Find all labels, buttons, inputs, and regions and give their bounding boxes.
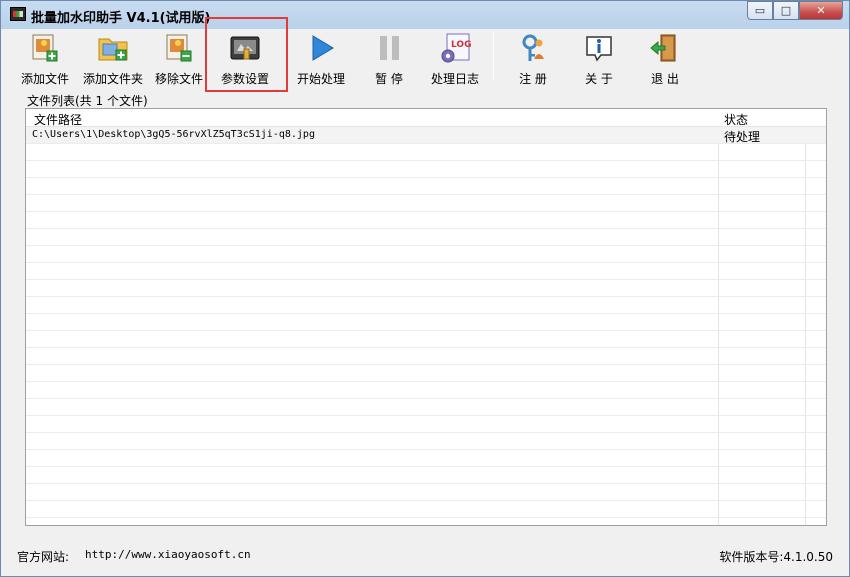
play-icon — [303, 31, 339, 65]
empty-row — [26, 195, 826, 212]
status-bar: 官方网站: http://www.xiaoyaosoft.cn 软件版本号:4.… — [1, 541, 849, 571]
empty-row — [26, 382, 826, 399]
window-title: 批量加水印助手 V4.1(试用版) — [31, 11, 211, 26]
empty-row — [26, 467, 826, 484]
column-header-status[interactable]: 状态 — [724, 111, 748, 128]
key-icon — [515, 31, 551, 65]
empty-row — [26, 433, 826, 450]
pause-label: 暂 停 — [375, 72, 403, 86]
log-label: 处理日志 — [431, 72, 480, 86]
empty-row — [26, 484, 826, 501]
window-controls: ▭ □ ✕ — [747, 1, 843, 20]
toolbar-separator — [493, 31, 494, 81]
svg-text:LOG: LOG — [451, 40, 471, 50]
file-status-cell: 待处理 — [724, 130, 761, 144]
register-button[interactable]: 注 册 — [515, 29, 551, 87]
empty-row — [26, 263, 826, 280]
empty-row — [26, 297, 826, 314]
about-button[interactable]: 关 于 — [581, 29, 617, 87]
pause-icon — [371, 31, 407, 65]
pause-button[interactable]: 暂 停 — [371, 29, 407, 87]
empty-row — [26, 212, 826, 229]
start-button[interactable]: 开始处理 — [297, 29, 345, 87]
add-folder-icon — [95, 31, 131, 65]
file-path-cell: C:\Users\1\Desktop\3gQ5-56rvXlZ5qT3cS1ji… — [32, 129, 315, 140]
remove-file-button[interactable]: 移除文件 — [155, 29, 203, 87]
empty-row — [26, 331, 826, 348]
remove-file-label: 移除文件 — [155, 72, 204, 86]
file-list-table[interactable]: 文件路径 状态 C:\Users\1\Desktop\3gQ5-56rvXlZ5… — [25, 108, 827, 526]
add-image-icon — [27, 31, 63, 65]
log-button[interactable]: LOG 处理日志 — [431, 29, 479, 87]
table-row[interactable]: C:\Users\1\Desktop\3gQ5-56rvXlZ5qT3cS1ji… — [26, 127, 826, 144]
add-folder-button[interactable]: 添加文件夹 — [83, 29, 143, 87]
app-window: 批量加水印助手 V4.1(试用版) ▭ □ ✕ 添加文件 添加文件夹 移除文件 … — [0, 0, 850, 577]
info-icon — [581, 31, 617, 65]
add-file-button[interactable]: 添加文件 — [21, 29, 69, 87]
maximize-button[interactable]: □ — [773, 1, 799, 20]
minimize-button[interactable]: ▭ — [747, 1, 773, 20]
empty-row — [26, 399, 826, 416]
version-label: 软件版本号:4.1.0.50 — [719, 550, 833, 564]
empty-row — [26, 314, 826, 331]
add-folder-label: 添加文件夹 — [83, 72, 144, 86]
empty-row — [26, 144, 826, 161]
empty-row — [26, 348, 826, 365]
column-header-path[interactable]: 文件路径 — [34, 111, 82, 128]
website-label: 官方网站: — [17, 550, 70, 564]
file-list-header: 文件路径 状态 — [26, 109, 826, 127]
empty-row — [26, 501, 826, 518]
website-link[interactable]: http://www.xiaoyaosoft.cn — [85, 548, 251, 561]
settings-highlight-box — [205, 17, 288, 92]
log-icon: LOG — [437, 31, 473, 65]
empty-row — [26, 229, 826, 246]
register-label: 注 册 — [519, 72, 547, 86]
exit-label: 退 出 — [651, 72, 679, 86]
exit-button[interactable]: 退 出 — [647, 29, 683, 87]
empty-row — [26, 246, 826, 263]
empty-row — [26, 161, 826, 178]
add-file-label: 添加文件 — [21, 72, 70, 86]
app-logo-icon — [10, 7, 26, 21]
file-list-group-label: 文件列表(共 1 个文件) — [27, 94, 148, 108]
empty-row — [26, 178, 826, 195]
empty-row — [26, 365, 826, 382]
close-button[interactable]: ✕ — [799, 1, 843, 20]
empty-row — [26, 280, 826, 297]
empty-row — [26, 450, 826, 467]
title-bar[interactable]: 批量加水印助手 V4.1(试用版) ▭ □ ✕ — [1, 1, 849, 29]
start-label: 开始处理 — [297, 72, 346, 86]
file-list-rows: C:\Users\1\Desktop\3gQ5-56rvXlZ5qT3cS1ji… — [26, 127, 826, 518]
remove-image-icon — [161, 31, 197, 65]
toolbar: 添加文件 添加文件夹 移除文件 参数设置 开始处理 暂 停 LOG 处理日志 注… — [9, 29, 843, 87]
about-label: 关 于 — [585, 72, 613, 86]
exit-door-icon — [647, 31, 683, 65]
empty-row — [26, 416, 826, 433]
